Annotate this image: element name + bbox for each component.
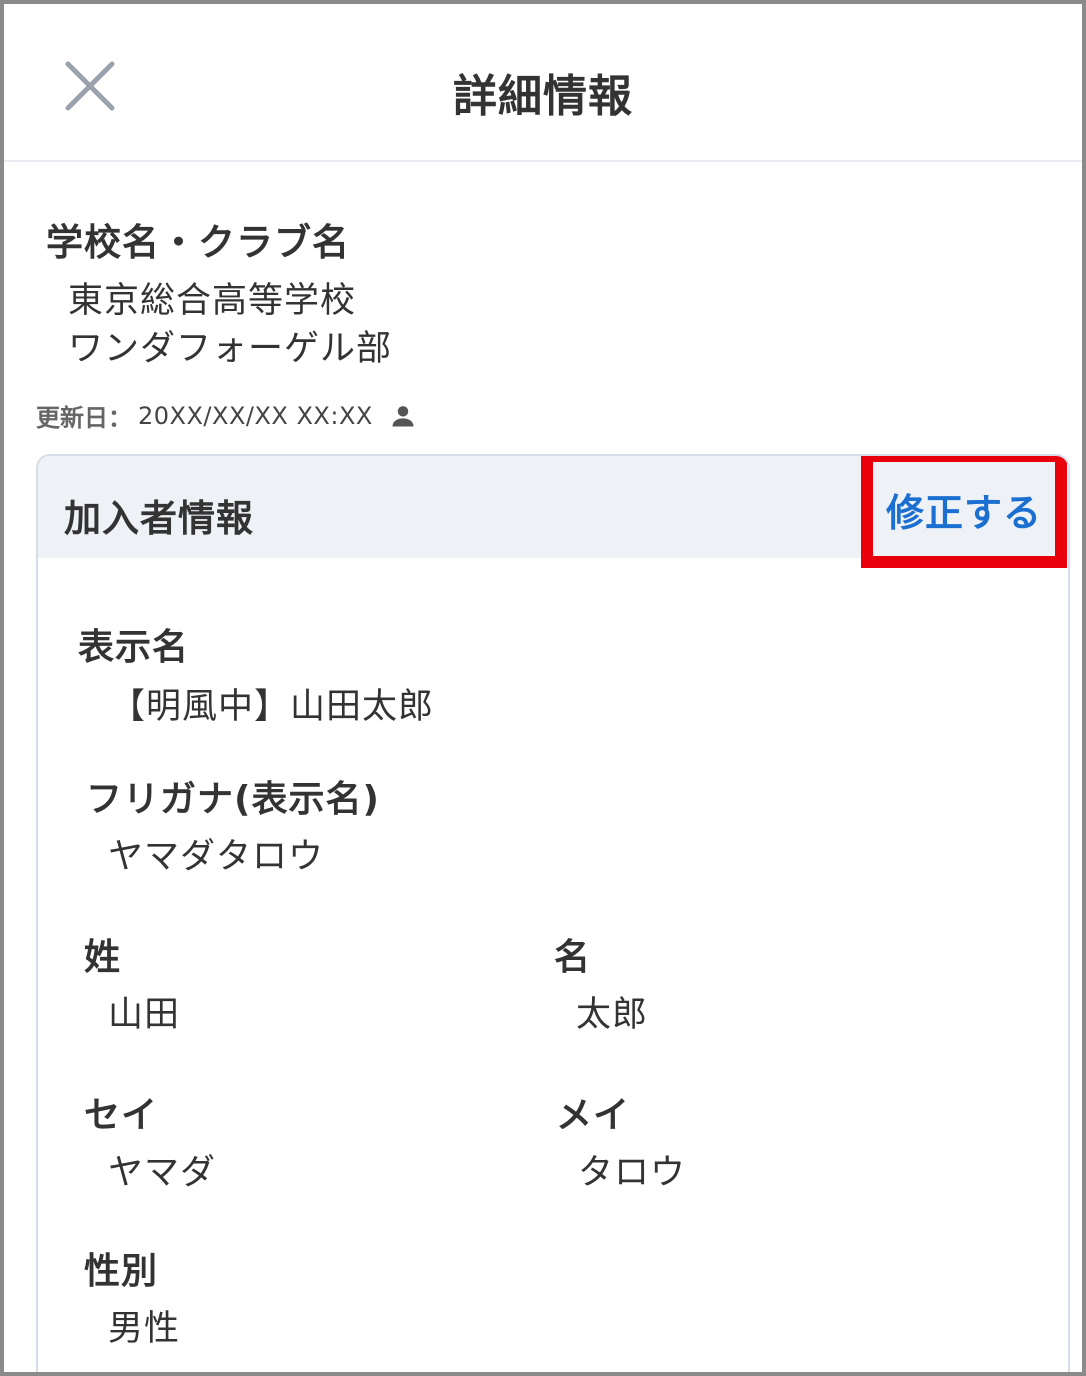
gender-label: 性別	[84, 1251, 159, 1292]
first-name-value: 太郎	[576, 995, 649, 1035]
member-card-header: 加入者情報 修正する	[38, 456, 1068, 568]
member-card-title: 加入者情報	[64, 497, 254, 540]
club-name: ワンダフォーゲル部	[68, 329, 393, 369]
member-info-card: 加入者情報 修正する 表示名 【明風中】山田太郎 フリガナ(表示名) ヤマダタロ…	[36, 454, 1070, 1372]
page-title: 詳細情報	[453, 71, 633, 122]
last-name-value: 山田	[108, 995, 181, 1035]
last-name-kana-value: ヤマダ	[108, 1153, 217, 1193]
gender-value: 男性	[108, 1309, 181, 1349]
person-icon	[389, 402, 417, 430]
first-name-kana-value: タロウ	[578, 1153, 687, 1193]
first-name-label: 名	[554, 937, 592, 978]
first-name-kana-label: メイ	[556, 1095, 631, 1136]
display-name-label: 表示名	[78, 627, 190, 668]
last-name-label: 姓	[84, 937, 122, 978]
display-name-value: 【明風中】山田太郎	[110, 687, 435, 727]
updated-info: 更新日： 20XX/XX/XX XX:XX	[36, 398, 417, 433]
school-club-label: 学校名・クラブ名	[46, 221, 350, 264]
detail-screen: 詳細情報 学校名・クラブ名 東京総合高等学校 ワンダフォーゲル部 更新日： 20…	[0, 0, 1086, 1376]
edit-button[interactable]: 修正する	[861, 456, 1067, 568]
display-name-kana-value: ヤマダタロウ	[108, 837, 325, 877]
last-name-kana-label: セイ	[84, 1095, 159, 1136]
updated-value: 20XX/XX/XX XX:XX	[138, 401, 373, 430]
updated-label: 更新日：	[36, 404, 132, 432]
school-name: 東京総合高等学校	[68, 281, 357, 321]
header-bar: 詳細情報	[4, 4, 1082, 162]
display-name-kana-label: フリガナ(表示名)	[86, 779, 380, 820]
